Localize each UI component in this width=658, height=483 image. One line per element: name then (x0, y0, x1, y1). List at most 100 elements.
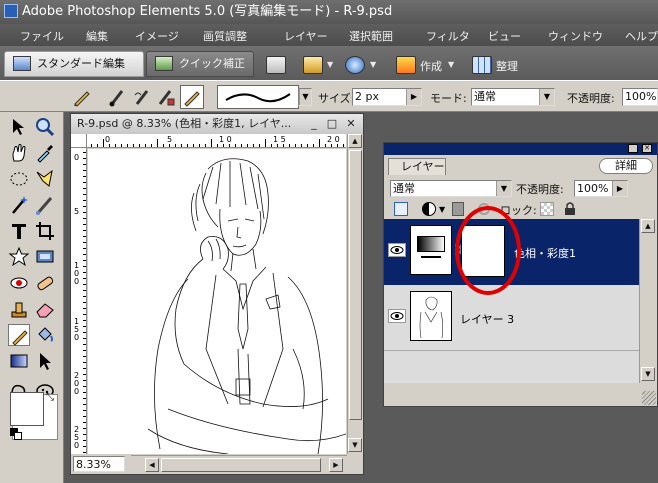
opacity-input[interactable]: 100% (622, 88, 658, 106)
straighten-tool-icon[interactable] (34, 246, 56, 268)
lock-transparency-icon[interactable] (540, 202, 554, 216)
foreground-color-swatch[interactable] (10, 392, 44, 426)
scroll-left-icon[interactable]: ◀ (145, 458, 159, 472)
red-eye-tool-icon[interactable] (8, 272, 30, 294)
ruler-top-minor-tick (199, 144, 200, 147)
lasso-tool-icon[interactable] (34, 168, 56, 190)
menu-item-9[interactable]: ヘルプ (625, 28, 658, 44)
menu-item-5[interactable]: 選択範囲 (349, 28, 393, 44)
minimize-icon[interactable]: _ (307, 117, 321, 131)
maximize-icon[interactable]: □ (325, 117, 339, 131)
palette-minimize-icon[interactable] (628, 144, 638, 153)
menu-item-0[interactable]: ファイル (20, 28, 64, 44)
size-slider-arrow[interactable]: ▶ (406, 89, 421, 105)
menu-item-2[interactable]: イメージ (135, 28, 179, 44)
selection-brush-icon[interactable] (34, 194, 56, 216)
marquee-tool-icon[interactable] (8, 168, 30, 190)
organize-button[interactable]: 整理 (496, 58, 518, 74)
ruler-top-minor-tick (91, 144, 92, 147)
organize-grid-icon[interactable] (472, 56, 492, 74)
menu-item-6[interactable]: フィルタ (426, 28, 470, 44)
palette-resize-grip-icon[interactable] (642, 391, 656, 405)
create-dropdown-arrow[interactable]: ▼ (448, 60, 454, 69)
paint-bucket-tool-icon[interactable] (34, 324, 56, 346)
layer-visibility-eye-icon[interactable] (388, 309, 406, 323)
color-replacement-icon[interactable] (156, 87, 176, 107)
type-tool-icon[interactable] (8, 220, 30, 242)
ruler-top-minor-tick (187, 144, 188, 147)
document-vertical-scrollbar[interactable]: ▲ ▼ (347, 134, 363, 454)
image-canvas[interactable] (88, 149, 346, 454)
menu-item-1[interactable]: 編集 (86, 28, 108, 44)
crop-tool-icon[interactable] (34, 220, 56, 242)
create-star-icon[interactable] (396, 56, 416, 74)
more-options-button[interactable]: 詳細 (599, 158, 653, 174)
zoom-level-field[interactable]: 8.33% (73, 456, 125, 472)
cookie-cutter-star-icon[interactable] (8, 246, 30, 268)
layers-vertical-scrollbar[interactable]: ▲ ▼ (639, 219, 657, 383)
layer-visibility-eye-icon[interactable] (388, 243, 406, 257)
h-scroll-thumb[interactable] (161, 458, 321, 472)
mode-select[interactable]: 通常 ▼ (471, 88, 555, 106)
pencil-tool-icon[interactable] (8, 324, 30, 346)
blend-mode-select[interactable]: 通常 ▼ (390, 180, 512, 197)
size-input[interactable]: 2 px ▶ (352, 88, 422, 106)
palette-close-icon[interactable]: ✕ (642, 144, 652, 153)
clone-stamp-tool-icon[interactable] (8, 298, 30, 320)
swap-colors-icon[interactable]: ⤡ (46, 392, 58, 404)
create-button[interactable]: 作成 (420, 58, 442, 74)
scroll-down-icon[interactable]: ▼ (348, 438, 362, 452)
menu-item-8[interactable]: ウィンドウ (548, 28, 603, 44)
scroll-up-icon[interactable]: ▲ (348, 134, 362, 148)
line-art-illustration (147, 158, 346, 454)
brush-tool-icon[interactable] (108, 87, 128, 107)
scroll-right-icon[interactable]: ▶ (329, 458, 343, 472)
close-icon[interactable]: ✕ (344, 117, 358, 131)
email-dropdown-arrow[interactable]: ▼ (370, 60, 376, 69)
print-icon[interactable] (266, 56, 286, 74)
menu-item-7[interactable]: ビュー (488, 28, 521, 44)
ruler-top-minor-tick (133, 144, 134, 147)
pencil-tool-preset-icon[interactable] (72, 87, 92, 107)
standard-edit-tab[interactable]: スタンダード編集 (4, 51, 144, 77)
impressionist-brush-icon[interactable] (132, 87, 152, 107)
scroll-up-icon[interactable]: ▲ (641, 219, 655, 233)
share-dropdown-arrow[interactable]: ▼ (327, 60, 333, 69)
zoom-level: 8.33% (76, 458, 111, 471)
adjustment-layer-icon[interactable] (422, 202, 436, 216)
email-icon[interactable] (345, 56, 365, 74)
eraser-tool-icon[interactable] (34, 298, 56, 320)
ruler-left-minor-tick (83, 152, 86, 153)
layer-row-layer-3[interactable]: レイヤー 3 (384, 285, 639, 351)
delete-layer-icon[interactable] (452, 202, 464, 216)
brush-stroke-preview[interactable] (217, 85, 299, 109)
document-horizontal-scrollbar[interactable]: ◀ ▶ (131, 455, 347, 474)
pencil-tool-active-icon[interactable] (180, 85, 204, 109)
lock-all-icon[interactable] (564, 201, 576, 216)
ruler-top-minor-tick (103, 139, 104, 147)
palette-title-bar[interactable]: ✕ (384, 143, 657, 155)
default-colors-icon[interactable] (10, 428, 22, 440)
scroll-down-icon[interactable]: ▼ (641, 367, 655, 381)
hand-tool-icon[interactable] (8, 142, 30, 164)
opacity-slider-arrow[interactable]: ▶ (612, 181, 627, 196)
menu-item-4[interactable]: レイヤー (284, 28, 328, 44)
share-icon[interactable] (303, 56, 323, 74)
ruler-left-minor-tick (83, 278, 86, 279)
zoom-tool-icon[interactable] (34, 116, 56, 138)
custom-shape-arrow-icon[interactable] (34, 350, 56, 372)
gradient-tool-icon[interactable] (8, 350, 30, 372)
brush-preset-dropdown[interactable]: ▼ (298, 88, 312, 106)
quick-fix-tab[interactable]: クイック補正 (146, 51, 254, 77)
new-layer-icon[interactable] (394, 202, 408, 216)
ruler-left-minor-tick (83, 188, 86, 189)
layer-opacity-input[interactable]: 100% ▶ (574, 180, 628, 197)
magic-wand-tool-icon[interactable] (8, 194, 30, 216)
scroll-thumb[interactable] (349, 150, 362, 420)
menu-item-3[interactable]: 画質調整 (203, 28, 247, 44)
healing-brush-icon[interactable] (34, 272, 56, 294)
adjustment-dropdown-arrow[interactable]: ▼ (439, 205, 445, 214)
move-tool-icon[interactable] (8, 116, 30, 138)
eyedropper-tool-icon[interactable] (34, 142, 56, 164)
layers-tab[interactable]: レイヤー (388, 158, 446, 175)
